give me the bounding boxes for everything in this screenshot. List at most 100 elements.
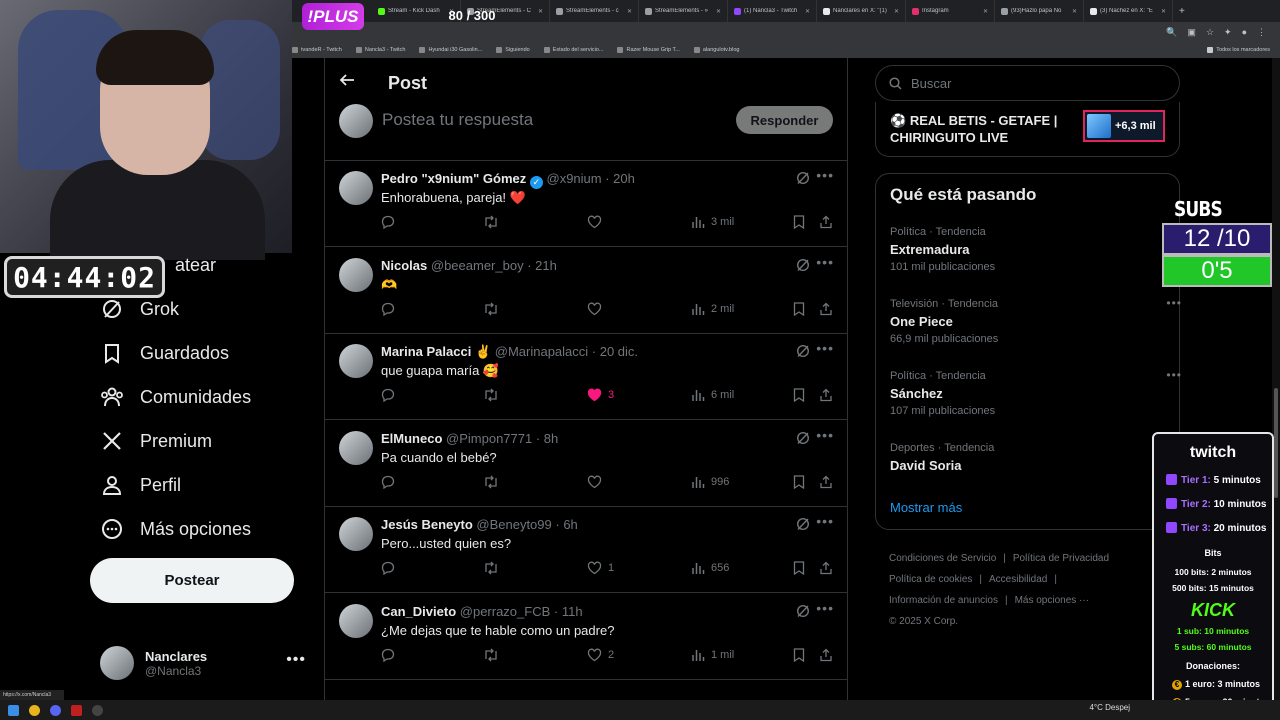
grok-icon[interactable]: [796, 344, 810, 358]
scrollbar-thumb[interactable]: [1274, 388, 1278, 498]
close-icon[interactable]: ✕: [894, 8, 899, 15]
tweet[interactable]: Nicolas @beeamer_boy · 21h 🫶 ••• 2 mil: [325, 248, 848, 334]
grok-icon[interactable]: [796, 258, 810, 272]
back-arrow-icon[interactable]: [339, 72, 355, 88]
bookmark-action[interactable]: [793, 388, 805, 402]
author-name[interactable]: ElMuneco: [381, 431, 442, 446]
avatar[interactable]: [339, 517, 373, 551]
browser-tab[interactable]: (93)Hazlo papa No ✕: [995, 0, 1084, 22]
app-icon[interactable]: [71, 704, 82, 716]
tweet-time[interactable]: 8h: [544, 431, 558, 446]
chrome-icon[interactable]: [29, 704, 40, 716]
avatar[interactable]: [339, 344, 373, 378]
author-name[interactable]: Marina Palacci ✌️: [381, 344, 491, 359]
author-handle[interactable]: @Marinapalacci: [495, 344, 588, 359]
bookmark-action[interactable]: [793, 474, 805, 489]
reply-action[interactable]: [381, 302, 395, 316]
bookmark-item[interactable]: Hyundai i30 Gasolin...: [419, 47, 482, 53]
more-dots-icon[interactable]: •••: [1166, 296, 1182, 310]
retweet-action[interactable]: [483, 388, 499, 402]
retweet-action[interactable]: [483, 215, 499, 229]
bookmark-item[interactable]: alangulotv.blog: [693, 47, 739, 53]
search-input[interactable]: Buscar: [875, 65, 1180, 101]
nav-item-m-s-opciones[interactable]: Más opciones: [100, 517, 251, 541]
bookmark-item[interactable]: Estado del servicio...: [543, 47, 603, 53]
extension-icon[interactable]: ✦: [1224, 27, 1232, 38]
views-action[interactable]: 656: [691, 561, 729, 575]
grok-icon[interactable]: [796, 431, 810, 445]
discord-icon[interactable]: [50, 704, 61, 716]
browser-tab[interactable]: (1) Nancla3 - Twitch ✕: [728, 0, 817, 22]
retweet-action[interactable]: [483, 561, 499, 575]
browser-tab[interactable]: StreamElements - c ✕: [550, 0, 639, 22]
post-button[interactable]: Postear: [90, 558, 294, 603]
reply-input[interactable]: Postea tu respuesta: [382, 110, 533, 130]
browser-tab[interactable]: Instagram ✕: [906, 0, 995, 22]
bookmark-action[interactable]: [793, 647, 805, 662]
browser-tab[interactable]: Nanclares en X: "(1) ✕: [817, 0, 906, 22]
more-dots-icon[interactable]: •••: [816, 600, 834, 616]
share-action[interactable]: [819, 302, 833, 316]
bookmark-item[interactable]: tvandeR - Twitch: [292, 47, 342, 53]
browser-tab[interactable]: (3) Nachez en X: "E ✕: [1084, 0, 1173, 22]
all-bookmarks[interactable]: Todos los marcadores: [1207, 47, 1280, 53]
tweet-time[interactable]: 20 dic.: [600, 344, 638, 359]
author-name[interactable]: Jesús Beneyto: [381, 517, 473, 532]
browser-tab[interactable]: StreamElements - » ✕: [639, 0, 728, 22]
like-action[interactable]: 1: [587, 561, 614, 575]
views-action[interactable]: 996: [691, 475, 729, 489]
trend-item[interactable]: Política · Tendencia Extremadura 101 mil p…: [890, 224, 1181, 273]
author-name[interactable]: Can_Divieto: [381, 604, 456, 619]
share-action[interactable]: [819, 215, 833, 229]
avatar[interactable]: [339, 430, 373, 465]
share-action[interactable]: [819, 648, 833, 662]
menu-icon[interactable]: ⋮: [1257, 27, 1266, 38]
bookmark-action[interactable]: [793, 215, 805, 229]
trend-item[interactable]: Televisión · Tendencia One Piece 66,9 mil …: [890, 296, 1181, 345]
retweet-action[interactable]: [483, 302, 499, 316]
live-event-card[interactable]: ⚽ REAL BETIS - GETAFE | CHIRINGUITO LIVE…: [875, 102, 1180, 157]
bookmark-action[interactable]: [793, 561, 805, 575]
more-dots-icon[interactable]: •••: [816, 254, 834, 270]
share-action[interactable]: [819, 561, 833, 575]
close-icon[interactable]: ✕: [627, 8, 632, 15]
obs-icon[interactable]: [92, 704, 103, 716]
star-icon[interactable]: ☆: [1206, 27, 1214, 38]
more-dots-icon[interactable]: •••: [286, 651, 306, 669]
reply-action[interactable]: [381, 475, 395, 489]
new-tab-icon[interactable]: +: [1173, 6, 1191, 17]
footer-link[interactable]: © 2025 X Corp.: [889, 616, 958, 627]
grok-icon[interactable]: [796, 517, 810, 531]
tweet[interactable]: Pedro "x9nium" Gómez ✓ @x9nium · 20h Enho…: [325, 161, 848, 247]
nav-item-premium[interactable]: Premium: [100, 429, 212, 453]
show-more-link[interactable]: Mostrar más: [890, 500, 962, 515]
tweet-time[interactable]: 21h: [535, 258, 557, 273]
author-name[interactable]: Nicolas: [381, 258, 427, 273]
footer-link[interactable]: Política de Privacidad: [1013, 553, 1109, 564]
close-icon[interactable]: ✕: [1161, 8, 1166, 15]
bookmark-item[interactable]: Siguiendo: [496, 47, 530, 53]
retweet-action[interactable]: [483, 648, 499, 662]
like-action[interactable]: 2: [587, 648, 614, 662]
tweet[interactable]: Can_Divieto @perrazo_FCB · 11h ¿Me dejas …: [325, 594, 848, 680]
bookmark-item[interactable]: Nancla3 - Twitch: [355, 47, 405, 53]
views-action[interactable]: 6 mil: [691, 388, 734, 402]
grok-icon[interactable]: [796, 171, 810, 185]
more-dots-icon[interactable]: •••: [816, 513, 834, 529]
footer-link[interactable]: Más opciones ···: [1015, 595, 1089, 606]
footer-link[interactable]: Accesibilidad: [989, 574, 1047, 585]
more-dots-icon[interactable]: •••: [1166, 368, 1182, 382]
nav-item-perfil[interactable]: Perfil: [100, 473, 181, 497]
more-dots-icon[interactable]: •••: [816, 340, 834, 356]
like-action[interactable]: [587, 302, 608, 316]
close-icon[interactable]: ✕: [716, 8, 721, 15]
author-handle[interactable]: @Pimpon7771: [446, 431, 532, 446]
avatar[interactable]: [339, 171, 373, 205]
reply-action[interactable]: [381, 388, 395, 402]
windows-start-icon[interactable]: [8, 704, 19, 716]
close-icon[interactable]: ✕: [805, 8, 810, 15]
avatar[interactable]: [339, 603, 373, 638]
tweet-time[interactable]: 20h: [613, 171, 635, 186]
cast-icon[interactable]: ▣: [1187, 27, 1196, 38]
footer-link[interactable]: Política de cookies: [889, 574, 972, 585]
